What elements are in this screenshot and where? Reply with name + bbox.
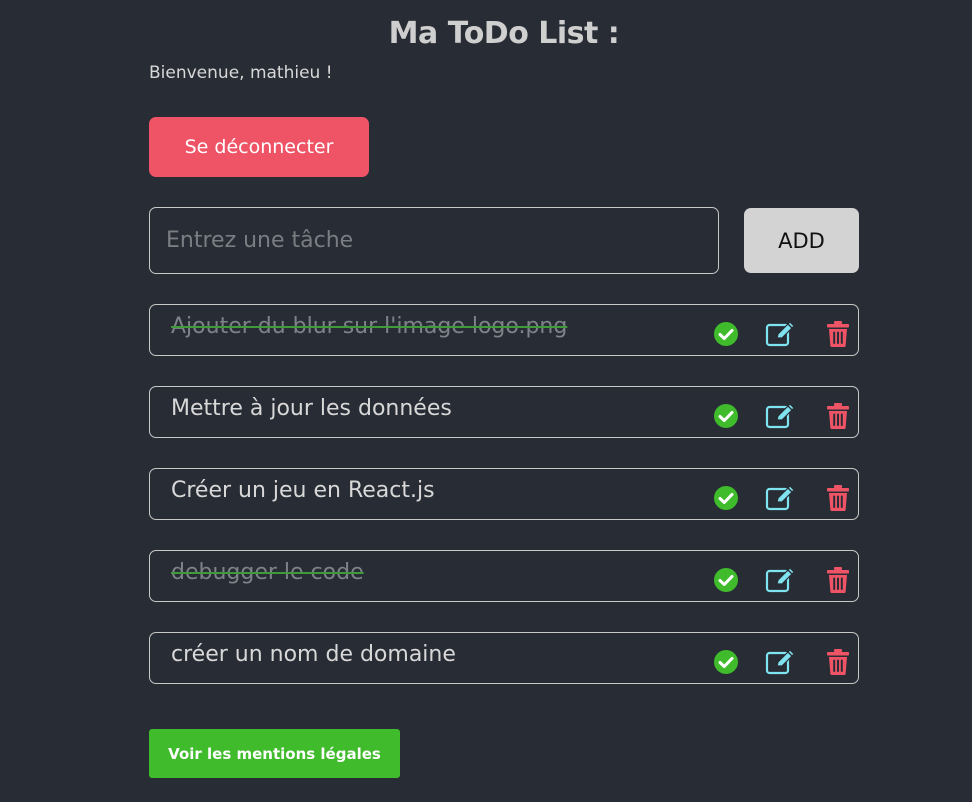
todo-text: Mettre à jour les données: [171, 396, 452, 421]
trash-icon[interactable]: [822, 646, 854, 678]
trash-icon[interactable]: [822, 564, 854, 596]
trash-icon[interactable]: [822, 318, 854, 350]
check-circle-icon[interactable]: [710, 564, 742, 596]
trash-icon[interactable]: [822, 482, 854, 514]
check-circle-icon[interactable]: [710, 400, 742, 432]
todo-text: debugger le code: [171, 560, 364, 585]
edit-icon[interactable]: [765, 646, 797, 678]
edit-icon[interactable]: [765, 318, 797, 350]
todo-item: créer un nom de domaine: [149, 632, 859, 684]
trash-icon[interactable]: [822, 400, 854, 432]
todo-page: Ma ToDo List : Bienvenue, mathieu ! Se d…: [0, 0, 972, 802]
task-input[interactable]: [149, 207, 719, 274]
todo-item: Mettre à jour les données: [149, 386, 859, 438]
welcome-message: Bienvenue, mathieu !: [149, 63, 333, 83]
todo-text: Ajouter du blur sur l'image logo.png: [171, 314, 568, 339]
edit-icon[interactable]: [765, 400, 797, 432]
page-title: Ma ToDo List :: [388, 16, 620, 51]
todo-item: Ajouter du blur sur l'image logo.png: [149, 304, 859, 356]
todo-item: Créer un jeu en React.js: [149, 468, 859, 520]
add-button[interactable]: ADD: [744, 208, 859, 273]
check-circle-icon[interactable]: [710, 646, 742, 678]
check-circle-icon[interactable]: [710, 318, 742, 350]
todo-text: Créer un jeu en React.js: [171, 478, 435, 503]
edit-icon[interactable]: [765, 564, 797, 596]
todo-item: debugger le code: [149, 550, 859, 602]
todo-list: Ajouter du blur sur l'image logo.png Met…: [149, 304, 859, 714]
todo-text: créer un nom de domaine: [171, 642, 456, 667]
check-circle-icon[interactable]: [710, 482, 742, 514]
edit-icon[interactable]: [765, 482, 797, 514]
logout-button[interactable]: Se déconnecter: [149, 117, 369, 177]
legal-mentions-button[interactable]: Voir les mentions légales: [149, 729, 400, 778]
